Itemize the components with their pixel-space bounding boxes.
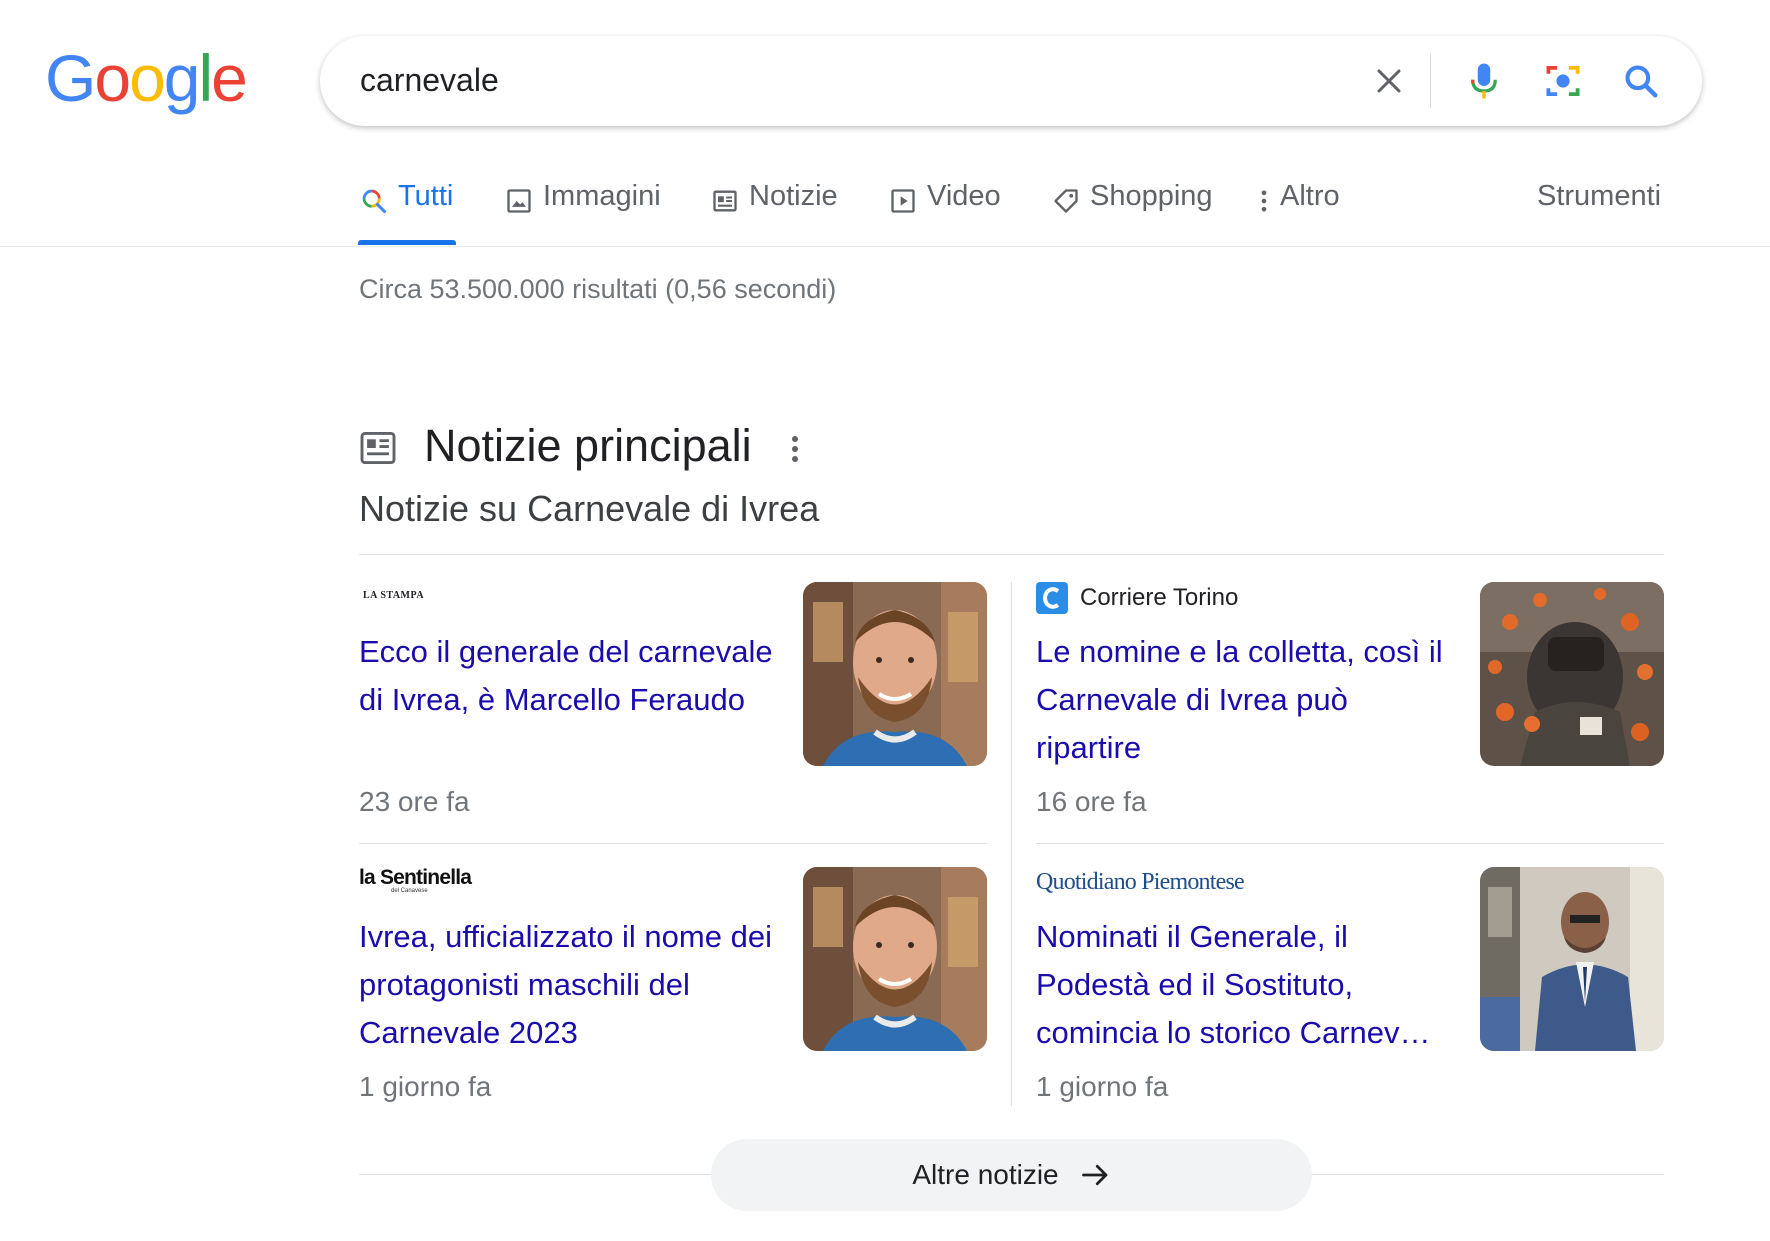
arrow-right-icon [1081,1164,1108,1186]
google-logo[interactable]: Google [45,40,248,116]
search-icon [362,189,387,214]
tab-images[interactable]: Immagini [505,180,661,248]
news-icon [713,190,737,212]
microphone-icon[interactable] [1461,58,1507,104]
camera-lens-icon[interactable] [1540,58,1586,104]
news-thumbnail[interactable] [803,582,987,766]
news-time: 16 ore fa [1036,786,1147,817]
clear-icon[interactable] [1366,58,1412,104]
source-logo-quotidiano-piemontese: Quotidiano Piemontese [1036,869,1245,895]
search-bar[interactable]: carnevale [320,36,1702,126]
news-headline-link[interactable]: Le nomine e la colletta, così il Carneva… [1036,628,1456,772]
source-logo-la-stampa: LA STAMPA [363,590,425,601]
tab-more[interactable]: Altro [1258,180,1340,248]
corriere-logo-icon [1036,582,1068,614]
search-icon[interactable] [1618,58,1664,104]
more-options-icon[interactable] [790,434,810,468]
news-thumbnail[interactable] [1480,582,1664,766]
news-top-divider [359,554,1664,555]
news-headline-link[interactable]: Ecco il generale del carnevale di Ivrea,… [359,628,799,724]
tag-icon [1054,189,1078,213]
news-time: 23 ore fa [359,786,470,817]
newspaper-icon [360,432,396,469]
tabs-divider [0,246,1770,247]
news-source: Corriere Torino [1036,582,1238,614]
news-thumbnail[interactable] [1480,867,1664,1051]
tab-video[interactable]: Video [889,180,1001,248]
tab-all[interactable]: Tutti [360,180,453,248]
news-row-divider-left [359,843,987,844]
tools-button[interactable]: Strumenti [1537,180,1661,248]
news-headline-link[interactable]: Nominati il Generale, il Podestà ed il S… [1036,913,1456,1057]
news-subheading: Notizie su Carnevale di Ivrea [359,488,820,529]
video-icon [891,189,915,213]
news-time: 1 giorno fa [359,1071,492,1102]
news-card[interactable]: la Sentinella del Canavese Ivrea, uffici… [359,867,987,1117]
news-row-divider-right [1036,843,1664,844]
news-card[interactable]: Corriere Torino Le nomine e la colletta,… [1036,582,1664,832]
search-input[interactable]: carnevale [360,62,499,99]
search-tabs: Tutti Immagini Notizie Video Shopping Al… [0,180,1770,248]
news-card[interactable]: LA STAMPA Ecco il generale del carnevale… [359,582,987,832]
more-vert-icon [1261,190,1267,212]
news-thumbnail[interactable] [803,867,987,1051]
source-logo-la-sentinella: la Sentinella del Canavese [359,866,472,894]
search-divider [1430,54,1431,108]
image-icon [507,189,531,213]
more-news-button[interactable]: Altre notizie [711,1139,1312,1211]
news-card[interactable]: Quotidiano Piemontese Nominati il Genera… [1036,867,1664,1117]
active-tab-indicator [358,240,456,245]
news-column-divider [1011,582,1012,1106]
news-headline-link[interactable]: Ivrea, ufficializzato il nome dei protag… [359,913,799,1057]
news-time: 1 giorno fa [1036,1071,1169,1102]
tab-news[interactable]: Notizie [711,180,838,248]
news-heading: Notizie principali [424,420,752,471]
results-count: Circa 53.500.000 risultati (0,56 secondi… [359,274,837,304]
tab-shopping[interactable]: Shopping [1052,180,1213,248]
